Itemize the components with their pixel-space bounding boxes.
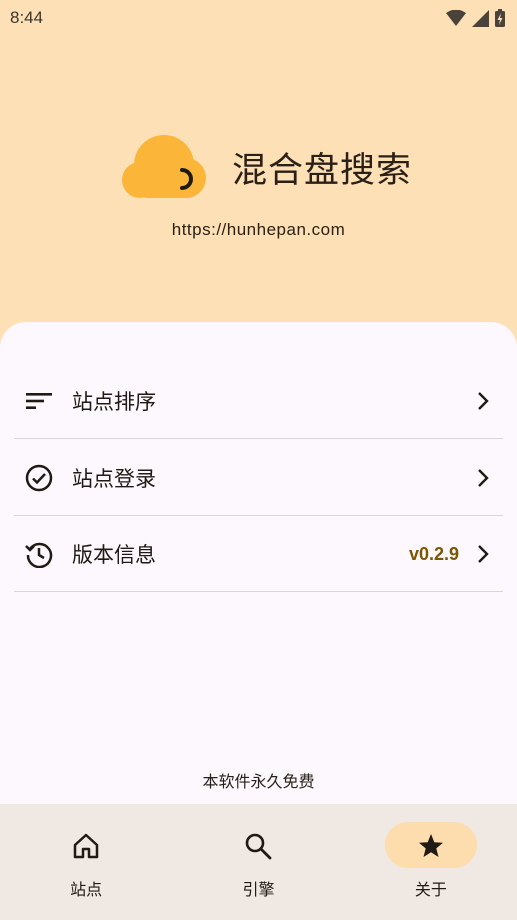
battery-icon [495, 9, 505, 27]
menu-item-label: 版本信息 [72, 543, 156, 567]
search-icon [244, 832, 272, 860]
history-icon [25, 540, 53, 568]
cloud-logo-icon [122, 135, 206, 198]
app-header: 混合盘搜索 https://hunhepan.com [0, 36, 517, 336]
star-icon [417, 832, 445, 860]
menu-item-site-login[interactable]: 站点登录 [14, 441, 503, 516]
nav-label: 站点 [70, 880, 103, 899]
chevron-right-icon [473, 468, 493, 488]
check-circle-icon [25, 464, 53, 492]
status-time: 8:44 [10, 8, 44, 27]
version-value: v0.2.9 [408, 543, 459, 564]
free-software-note: 本软件永久免费 [202, 772, 315, 791]
about-sheet: 站点排序 站点登录 版本信息 v0.2.9 [0, 322, 517, 804]
status-icons [446, 9, 505, 27]
menu-item-label: 站点登录 [72, 467, 156, 491]
menu-item-version-info[interactable]: 版本信息 v0.2.9 [14, 517, 503, 592]
app-url: https://hunhepan.com [171, 220, 346, 239]
nav-item-sites[interactable]: 站点 [0, 804, 172, 920]
nav-item-engines[interactable]: 引擎 [172, 804, 344, 920]
chevron-right-icon [473, 391, 493, 411]
menu-item-label: 站点排序 [72, 390, 156, 414]
signal-icon [472, 9, 489, 27]
sort-icon [25, 387, 53, 415]
status-bar: 8:44 [0, 0, 517, 36]
app-title: 混合盘搜索 [232, 150, 413, 191]
wifi-icon [446, 10, 466, 26]
chevron-right-icon [473, 544, 493, 564]
nav-item-about[interactable]: 关于 [345, 804, 517, 920]
home-icon [72, 832, 100, 860]
app-logo-row: 混合盘搜索 [122, 132, 412, 202]
menu-item-site-sort[interactable]: 站点排序 [14, 364, 503, 439]
nav-label: 关于 [414, 880, 447, 899]
bottom-nav: 站点 引擎 关于 [0, 804, 517, 920]
nav-label: 引擎 [242, 880, 275, 899]
